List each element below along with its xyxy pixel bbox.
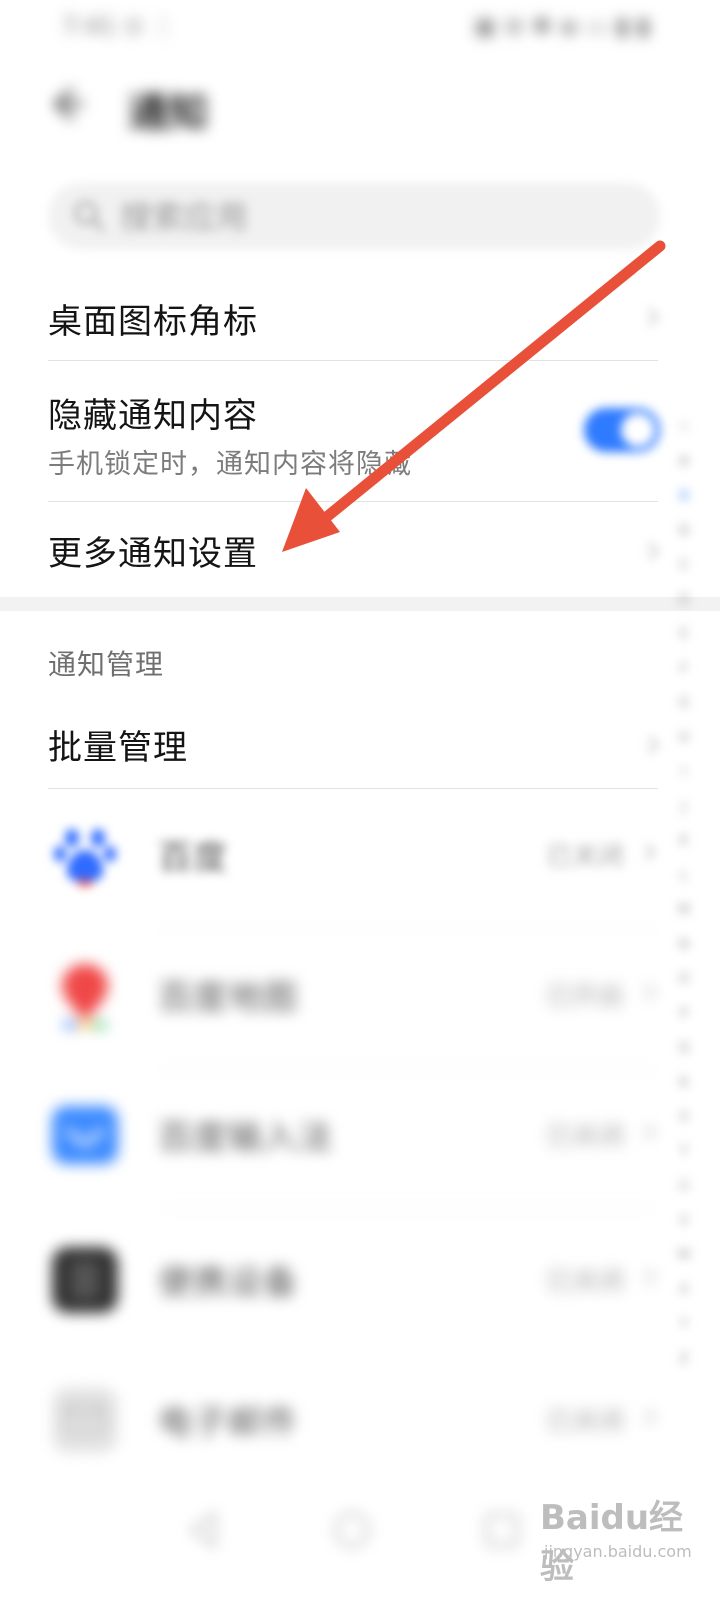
index-letter[interactable]: U	[679, 1169, 689, 1204]
index-letter[interactable]: D	[679, 583, 690, 618]
chevron-right-icon	[648, 542, 659, 560]
search-icon	[74, 201, 105, 232]
baidu-watermark: Baidu经验 jingyan.baidu.com	[540, 1490, 710, 1590]
status-left: 7:41 ⊙ ⋮	[62, 12, 176, 40]
app-row-email[interactable]: 电子邮件 已关闭	[0, 1355, 720, 1495]
app-name: 电子邮件	[158, 1403, 298, 1443]
app-row-baidu-input[interactable]: 百度输入法 已关闭	[0, 1070, 720, 1210]
toggle-knob	[621, 413, 655, 447]
mail-icon	[52, 1387, 118, 1453]
chevron-right-icon	[645, 984, 656, 1000]
chevron-right-icon	[648, 736, 659, 754]
app-status: 已关闭	[545, 1267, 624, 1297]
index-letter[interactable]: P	[680, 997, 688, 1032]
nav-back-icon[interactable]	[182, 1508, 226, 1552]
batch-manage-row[interactable]: 批量管理	[0, 698, 720, 790]
app-name: 百度	[158, 838, 228, 878]
more-settings-title: 更多通知设置	[48, 534, 258, 574]
index-letter[interactable]: E	[680, 617, 689, 652]
batch-manage-title: 批量管理	[48, 728, 188, 768]
chevron-right-icon	[645, 1124, 656, 1140]
page-title: 通知	[128, 90, 208, 136]
section-label: 通知管理	[48, 648, 165, 681]
keyboard-icon	[52, 1106, 118, 1164]
app-name: 便携设备	[158, 1263, 298, 1303]
index-letter[interactable]: O	[678, 962, 689, 997]
nav-recent-icon[interactable]	[480, 1508, 524, 1552]
app-row-baidu[interactable]: 百度 已关闭	[0, 790, 720, 930]
chevron-right-icon	[648, 308, 659, 326]
index-letter[interactable]: G	[679, 686, 690, 721]
index-letter[interactable]: H	[679, 721, 690, 756]
watermark-logo: Baidu经验	[540, 1498, 684, 1587]
chevron-right-icon	[645, 1409, 656, 1425]
badge-setting-title: 桌面图标角标	[48, 302, 258, 342]
section-gap	[0, 597, 720, 611]
index-letter[interactable]: Y	[680, 1307, 689, 1342]
index-letter[interactable]: C	[679, 548, 689, 583]
index-letter[interactable]: ☆	[678, 410, 691, 445]
index-letter[interactable]: Z	[679, 1342, 689, 1377]
index-letter[interactable]: B	[679, 514, 689, 549]
app-status: 已关闭	[545, 1407, 624, 1437]
nav-home-icon[interactable]	[330, 1508, 374, 1552]
index-letter[interactable]: L	[680, 859, 688, 894]
app-status: 已开启	[545, 982, 624, 1012]
index-letter[interactable]: W	[677, 1238, 691, 1273]
divider	[48, 360, 658, 361]
index-letter[interactable]: M	[678, 893, 690, 928]
app-name: 百度地图	[158, 978, 298, 1018]
more-settings-row[interactable]: 更多通知设置	[0, 502, 720, 597]
index-letter[interactable]: F	[680, 652, 688, 687]
index-letter[interactable]: J	[682, 790, 686, 825]
chevron-right-icon	[645, 1269, 656, 1285]
badge-setting-row[interactable]: 桌面图标角标	[0, 270, 720, 362]
alphabet-index[interactable]: ☆ # A B C D E F G H I J K L M N O P Q R …	[672, 410, 696, 1367]
index-letter[interactable]: T	[680, 1135, 689, 1170]
device-icon	[52, 1247, 118, 1313]
hide-content-row[interactable]: 隐藏通知内容 手机锁定时，通知内容将隐藏	[0, 362, 720, 502]
index-letter[interactable]: K	[679, 824, 688, 859]
index-letter[interactable]: Q	[678, 1031, 689, 1066]
status-right: ▣ ⊗ ✱ ◈ ▭ ▮ ▮	[473, 12, 650, 40]
chevron-right-icon	[645, 844, 656, 860]
status-bar: 7:41 ⊙ ⋮ ▣ ⊗ ✱ ◈ ▭ ▮ ▮	[0, 0, 720, 50]
index-letter[interactable]: V	[679, 1204, 689, 1239]
back-arrow-icon[interactable]	[46, 84, 86, 124]
index-letter[interactable]: X	[679, 1273, 689, 1308]
divider	[48, 788, 658, 789]
app-status: 已关闭	[545, 1122, 624, 1152]
index-letter[interactable]: R	[679, 1066, 689, 1101]
search-bar[interactable]	[48, 183, 660, 251]
index-letter[interactable]: #	[678, 445, 690, 480]
baidu-paw-icon	[54, 829, 116, 886]
search-input[interactable]	[118, 183, 622, 251]
app-name: 百度输入法	[158, 1118, 333, 1158]
index-letter[interactable]: S	[680, 1100, 689, 1135]
divider	[158, 1209, 658, 1210]
app-row-baidu-map[interactable]: 百度地图 已开启	[0, 930, 720, 1070]
index-letter[interactable]: A	[679, 479, 689, 514]
app-row-portable-device[interactable]: 便携设备 已关闭	[0, 1215, 720, 1355]
app-status: 已关闭	[545, 842, 624, 872]
map-pin-icon	[62, 964, 108, 1028]
hide-content-toggle[interactable]	[584, 408, 660, 452]
watermark-url: jingyan.baidu.com	[544, 1542, 692, 1561]
index-letter[interactable]: I	[682, 755, 686, 790]
header: 通知	[0, 70, 720, 140]
hide-content-title: 隐藏通知内容	[48, 396, 258, 436]
index-letter[interactable]: N	[679, 928, 689, 963]
hide-content-subtitle: 手机锁定时，通知内容将隐藏	[48, 449, 412, 480]
